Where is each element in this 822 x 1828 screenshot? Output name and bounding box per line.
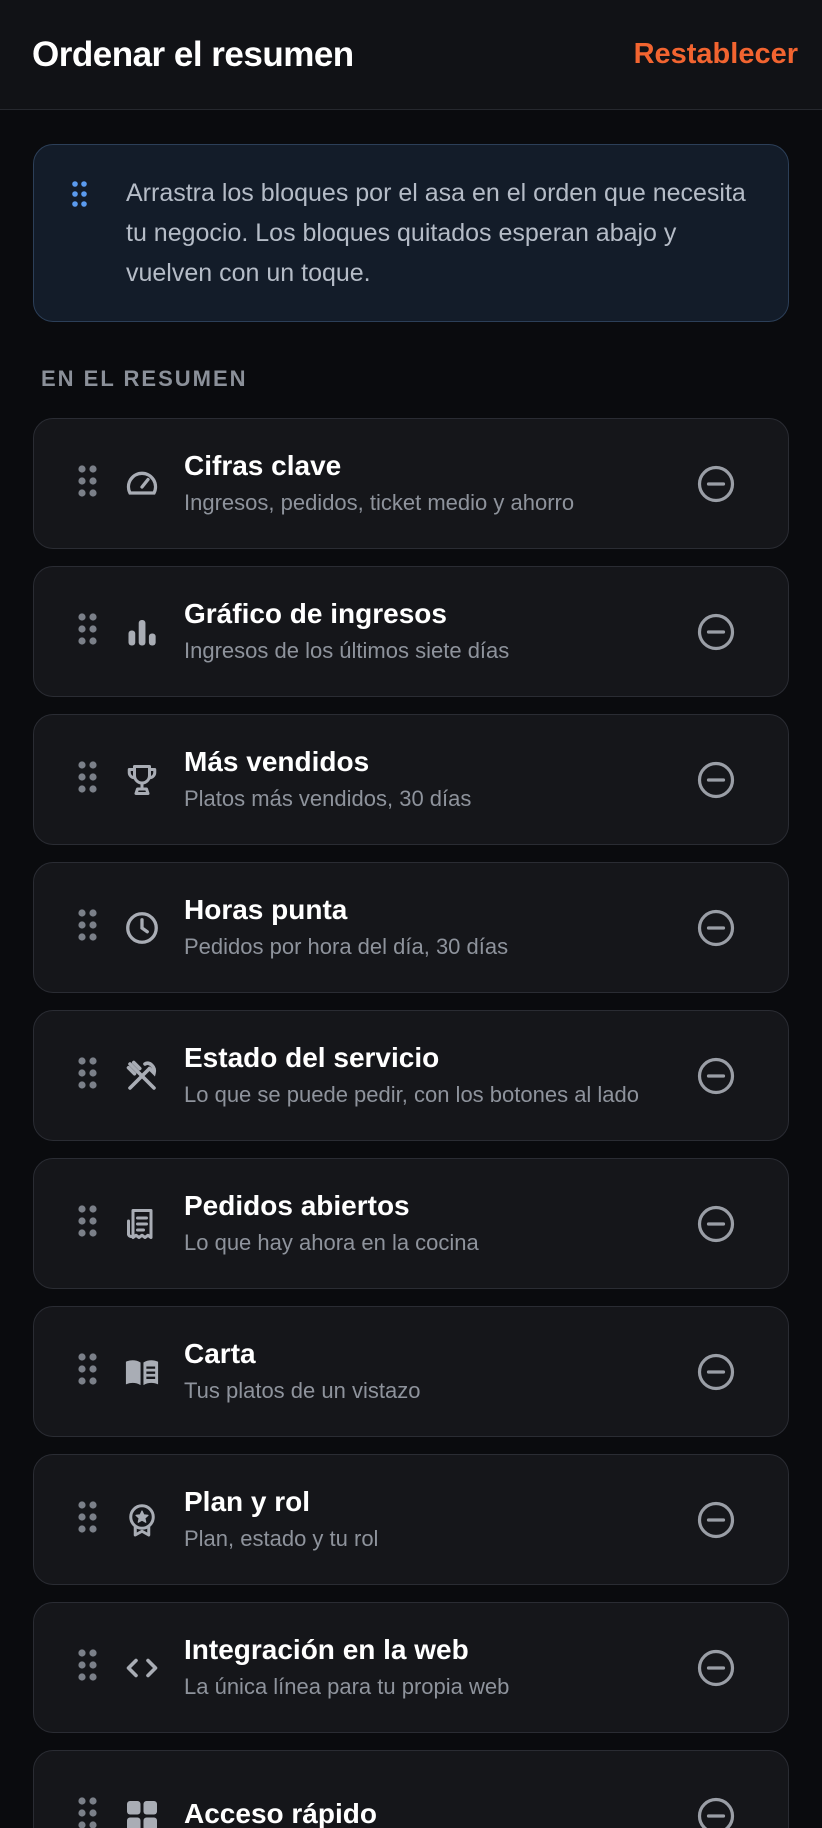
info-banner: Arrastra los bloques por el asa en el or…: [33, 144, 789, 322]
drag-handle-icon[interactable]: [78, 761, 100, 798]
card-title: Horas punta: [184, 893, 348, 925]
summary-block-card[interactable]: Gráfico de ingresos Ingresos de los últim…: [33, 566, 789, 697]
summary-block-card[interactable]: Más vendidos Platos más vendidos, 30 días: [33, 714, 789, 845]
card-text: Horas punta Pedidos por hora del día, 30 …: [184, 893, 666, 963]
remove-block-button[interactable]: [696, 1648, 736, 1688]
card-title: Carta: [184, 1337, 256, 1369]
card-title: Estado del servicio: [184, 1041, 440, 1073]
summary-block-card[interactable]: Pedidos abiertos Lo que hay ahora en la c…: [33, 1158, 789, 1289]
badge-icon: [122, 1500, 162, 1540]
remove-block-button[interactable]: [696, 1204, 736, 1244]
card-text: Integración en la web La única línea para…: [184, 1633, 666, 1703]
summary-block-card[interactable]: Carta Tus platos de un vistazo: [33, 1306, 789, 1437]
card-subtitle: Platos más vendidos, 30 días: [184, 785, 472, 811]
receipt-icon: [122, 1204, 162, 1244]
page-title: Ordenar el resumen: [32, 34, 354, 74]
reset-button[interactable]: Restablecer: [634, 38, 798, 71]
drag-handle-icon[interactable]: [78, 1057, 100, 1094]
section-label: EN EL RESUMEN: [41, 366, 248, 391]
card-subtitle: Ingresos de los últimos siete días: [184, 637, 510, 663]
remove-block-button[interactable]: [696, 1796, 736, 1828]
card-title: Acceso rápido: [184, 1797, 377, 1828]
summary-block-card[interactable]: Cifras clave Ingresos, pedidos, ticket me…: [33, 418, 789, 549]
summary-block-card[interactable]: Acceso rápido: [33, 1750, 789, 1828]
card-subtitle: Pedidos por hora del día, 30 días: [184, 933, 509, 959]
summary-block-card[interactable]: Estado del servicio Lo que se puede pedir…: [33, 1010, 789, 1141]
card-text: Acceso rápido: [184, 1797, 666, 1828]
remove-block-button[interactable]: [696, 1500, 736, 1540]
remove-block-button[interactable]: [696, 1056, 736, 1096]
bar-chart-icon: [122, 612, 162, 652]
card-subtitle: Plan, estado y tu rol: [184, 1525, 379, 1551]
page: Ordenar el resumen Restablecer Arrastra …: [0, 0, 822, 1828]
card-text: Más vendidos Platos más vendidos, 30 días: [184, 745, 666, 815]
card-title: Plan y rol: [184, 1485, 311, 1517]
card-subtitle: Tus platos de un vistazo: [184, 1377, 421, 1403]
drag-handle-icon[interactable]: [78, 1797, 100, 1828]
info-text: Arrastra los bloques por el asa en el or…: [126, 179, 746, 287]
drag-handle-icon[interactable]: [78, 465, 100, 502]
drag-handle-icon[interactable]: [78, 909, 100, 946]
utensils-icon: [122, 1056, 162, 1096]
card-title: Pedidos abiertos: [184, 1189, 410, 1221]
gauge-icon: [122, 464, 162, 504]
card-title: Integración en la web: [184, 1633, 469, 1665]
drag-handle-icon[interactable]: [78, 1205, 100, 1242]
clock-icon: [122, 908, 162, 948]
card-subtitle: Lo que hay ahora en la cocina: [184, 1229, 479, 1255]
remove-block-button[interactable]: [696, 612, 736, 652]
card-subtitle: Lo que se puede pedir, con los botones a…: [184, 1081, 640, 1107]
content: Arrastra los bloques por el asa en el or…: [0, 110, 822, 1828]
card-text: Carta Tus platos de un vistazo: [184, 1337, 666, 1407]
card-text: Gráfico de ingresos Ingresos de los últim…: [184, 597, 666, 667]
drag-handle-icon[interactable]: [78, 1649, 100, 1686]
block-list: Cifras clave Ingresos, pedidos, ticket me…: [33, 418, 789, 1828]
card-text: Cifras clave Ingresos, pedidos, ticket me…: [184, 449, 666, 519]
card-subtitle: Ingresos, pedidos, ticket medio y ahorro: [184, 489, 575, 515]
card-subtitle: La única línea para tu propia web: [184, 1673, 510, 1699]
summary-block-card[interactable]: Horas punta Pedidos por hora del día, 30 …: [33, 862, 789, 993]
summary-block-card[interactable]: Plan y rol Plan, estado y tu rol: [33, 1454, 789, 1585]
summary-block-card[interactable]: Integración en la web La única línea para…: [33, 1602, 789, 1733]
book-icon: [122, 1352, 162, 1392]
grid-icon: [122, 1796, 162, 1828]
drag-handle-icon[interactable]: [78, 1501, 100, 1538]
remove-block-button[interactable]: [696, 760, 736, 800]
card-text: Pedidos abiertos Lo que hay ahora en la c…: [184, 1189, 666, 1259]
remove-block-button[interactable]: [696, 908, 736, 948]
drag-dots-icon: [72, 181, 92, 212]
card-text: Estado del servicio Lo que se puede pedir…: [184, 1041, 666, 1111]
card-title: Cifras clave: [184, 449, 342, 481]
top-bar: Ordenar el resumen Restablecer: [0, 0, 822, 110]
remove-block-button[interactable]: [696, 1352, 736, 1392]
remove-block-button[interactable]: [696, 464, 736, 504]
trophy-icon: [122, 760, 162, 800]
card-title: Gráfico de ingresos: [184, 597, 447, 629]
drag-handle-icon[interactable]: [78, 1353, 100, 1390]
code-icon: [122, 1648, 162, 1688]
card-title: Más vendidos: [184, 745, 370, 777]
drag-handle-icon[interactable]: [78, 613, 100, 650]
card-text: Plan y rol Plan, estado y tu rol: [184, 1485, 666, 1555]
